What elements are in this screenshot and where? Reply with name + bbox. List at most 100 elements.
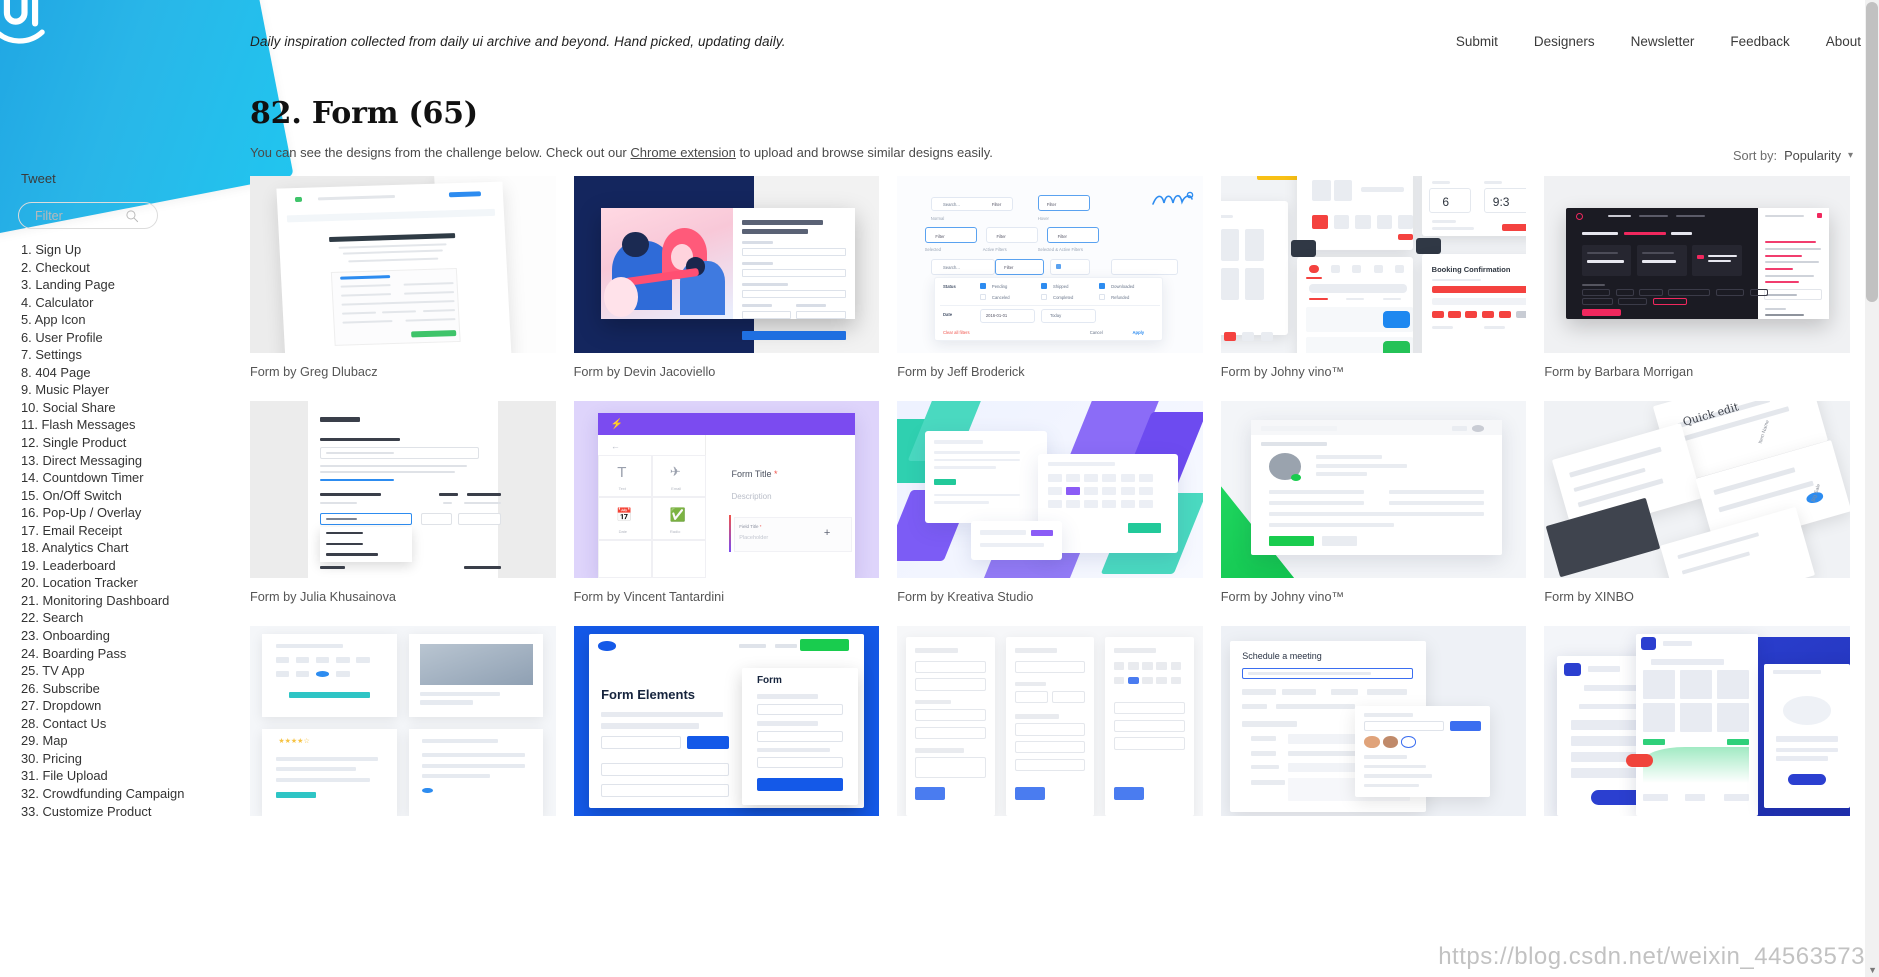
sidebar-item-25[interactable]: 25. TV App: [21, 662, 247, 680]
sidebar-item-23[interactable]: 23. Onboarding: [21, 627, 247, 645]
design-card[interactable]: Search... Filter Normal Filter Hover Fil…: [897, 176, 1203, 401]
card-caption[interactable]: Form by Julia Khusainova: [250, 590, 556, 604]
sort-label: Sort by:: [1732, 148, 1778, 163]
sidebar-item-18[interactable]: 18. Analytics Chart: [21, 539, 247, 557]
sidebar-item-19[interactable]: 19. Leaderboard: [21, 557, 247, 575]
page-root: Daily inspiration collected from daily u…: [0, 0, 1879, 977]
sidebar-item-14[interactable]: 14. Countdown Timer: [21, 469, 247, 487]
card-caption[interactable]: Form by Greg Dlubacz: [250, 365, 556, 379]
thumbnail-dark-brief-form[interactable]: [1544, 176, 1850, 353]
card-caption[interactable]: Form by Jeff Broderick: [897, 365, 1203, 379]
sidebar-item-30[interactable]: 30. Pricing: [21, 750, 247, 768]
sidebar-item-32[interactable]: 32. Crowdfunding Campaign: [21, 785, 247, 803]
sidebar-item-24[interactable]: 24. Boarding Pass: [21, 645, 247, 663]
nav-link-feedback[interactable]: Feedback: [1730, 34, 1789, 49]
nav-link-designers[interactable]: Designers: [1534, 34, 1595, 49]
design-card[interactable]: Form by Devin Jacoviello: [573, 176, 880, 401]
sidebar-item-16[interactable]: 16. Pop-Up / Overlay: [21, 504, 247, 522]
sidebar-item-20[interactable]: 20. Location Tracker: [21, 574, 247, 592]
card-caption[interactable]: Form by XINBO: [1544, 590, 1850, 604]
sidebar-item-26[interactable]: 26. Subscribe: [21, 680, 247, 698]
subtitle-text-before: You can see the designs from the challen…: [250, 145, 631, 160]
sidebar-item-21[interactable]: 21. Monitoring Dashboard: [21, 592, 247, 610]
design-card[interactable]: Schedule a meeting: [1220, 626, 1527, 838]
thumbnail-definitive-guide-marketing[interactable]: [573, 176, 880, 353]
sidebar-item-33[interactable]: 33. Customize Product: [21, 803, 247, 821]
card-caption[interactable]: Form by Johny vino™: [1221, 365, 1527, 379]
thumbnail-calendar-application[interactable]: ★★★★☆: [250, 626, 556, 816]
sidebar-item-1[interactable]: 1. Sign Up: [21, 241, 247, 259]
sort-control: Sort by: Popularity ▾: [1733, 148, 1853, 163]
sidebar-item-9[interactable]: 9. Music Player: [21, 381, 247, 399]
chrome-extension-link[interactable]: Chrome extension: [630, 145, 736, 160]
sidebar-item-27[interactable]: 27. Dropdown: [21, 697, 247, 715]
subtitle-text-after: to upload and browse similar designs eas…: [735, 145, 993, 160]
sidebar-item-11[interactable]: 11. Flash Messages: [21, 416, 247, 434]
card-caption[interactable]: Form by Vincent Tantardini: [574, 590, 880, 604]
scrollbar-thumb[interactable]: [1866, 2, 1878, 302]
sidebar-item-17[interactable]: 17. Email Receipt: [21, 522, 247, 540]
main-header: 82. Form (65) You can see the designs fr…: [250, 96, 1865, 163]
sidebar-item-29[interactable]: 29. Map: [21, 732, 247, 750]
watermark-text: https://blog.csdn.net/weixin_44563573: [1438, 943, 1865, 970]
card-caption[interactable]: Form by Devin Jacoviello: [574, 365, 880, 379]
sort-dropdown[interactable]: Popularity ▾: [1784, 148, 1853, 163]
tweet-link[interactable]: Tweet: [21, 171, 56, 186]
design-card[interactable]: 6 9:3 Booking Confirmation Form by Johny…: [1220, 176, 1527, 401]
design-card[interactable]: Form by Julia Khusainova: [250, 401, 556, 626]
nav-link-newsletter[interactable]: Newsletter: [1631, 34, 1695, 49]
thumbnail-form-builder-purple[interactable]: ⚡ ← T Text ✈ Email 📅 Date ✅ Radio Form T…: [573, 401, 880, 578]
sidebar-item-6[interactable]: 6. User Profile: [21, 329, 247, 347]
nav-link-submit[interactable]: Submit: [1456, 34, 1498, 49]
thumbnail-dealer-information-sheet[interactable]: [250, 176, 556, 353]
search-input[interactable]: [19, 203, 123, 228]
sidebar-item-3[interactable]: 3. Landing Page: [21, 276, 247, 294]
sidebar-item-7[interactable]: 7. Settings: [21, 346, 247, 364]
design-card[interactable]: [1544, 626, 1850, 838]
filter-search-box[interactable]: [18, 202, 158, 229]
thumbnail-booking-confirmation[interactable]: 6 9:3 Booking Confirmation: [1220, 176, 1527, 353]
design-grid: Form by Greg Dlubacz Form by Devin Jacov…: [250, 176, 1850, 838]
design-card[interactable]: ★★★★☆: [250, 626, 556, 838]
page-subtitle: You can see the designs from the challen…: [250, 145, 1865, 160]
design-card[interactable]: Quick edit Item Name Big Sale Form by XI…: [1544, 401, 1850, 626]
nav-link-about[interactable]: About: [1826, 34, 1861, 49]
sidebar-item-2[interactable]: 2. Checkout: [21, 259, 247, 277]
sidebar-item-31[interactable]: 31. File Upload: [21, 767, 247, 785]
scroll-down-arrow-icon[interactable]: ▼: [1868, 965, 1877, 975]
thumbnail-quick-edit-isometric[interactable]: Quick edit Item Name Big Sale: [1544, 401, 1850, 578]
sidebar-item-22[interactable]: 22. Search: [21, 609, 247, 627]
ui-logo-icon: [0, 0, 61, 52]
card-caption[interactable]: Form by Barbara Morrigan: [1544, 365, 1850, 379]
page-scrollbar[interactable]: ▼: [1865, 0, 1879, 977]
design-card[interactable]: Form by Greg Dlubacz: [250, 176, 556, 401]
challenge-list: 1. Sign Up 2. Checkout 3. Landing Page 4…: [21, 241, 247, 820]
sidebar-item-13[interactable]: 13. Direct Messaging: [21, 452, 247, 470]
thumbnail-shyp-shipping-form[interactable]: [250, 401, 556, 578]
thumbnail-schedule-a-meeting[interactable]: Schedule a meeting: [1220, 626, 1527, 816]
thumbnail-wealth-app-blue[interactable]: [1544, 626, 1850, 816]
design-card[interactable]: [897, 626, 1203, 838]
sidebar-item-10[interactable]: 10. Social Share: [21, 399, 247, 417]
thumbnail-geometric-dashboard[interactable]: [897, 401, 1203, 578]
card-caption[interactable]: Form by Johny vino™: [1221, 590, 1527, 604]
sidebar-item-4[interactable]: 4. Calculator: [21, 294, 247, 312]
thumbnail-three-column-forms[interactable]: [897, 626, 1203, 816]
sidebar-item-15[interactable]: 15. On/Off Switch: [21, 487, 247, 505]
card-caption[interactable]: Form by Kreativa Studio: [897, 590, 1203, 604]
design-card[interactable]: Form Elements Form: [573, 626, 880, 838]
sidebar-item-5[interactable]: 5. App Icon: [21, 311, 247, 329]
sidebar-item-8[interactable]: 8. 404 Page: [21, 364, 247, 382]
thumbnail-filter-components[interactable]: Search... Filter Normal Filter Hover Fil…: [897, 176, 1203, 353]
thumbnail-edit-profile-green[interactable]: [1220, 401, 1527, 578]
design-card[interactable]: Form by Barbara Morrigan: [1544, 176, 1850, 401]
sidebar-item-12[interactable]: 12. Single Product: [21, 434, 247, 452]
design-card[interactable]: Form by Johny vino™: [1220, 401, 1527, 626]
thumbnail-form-elements-blue[interactable]: Form Elements Form: [573, 626, 880, 816]
design-card[interactable]: Form by Kreativa Studio: [897, 401, 1203, 626]
page-title: 82. Form (65): [250, 96, 478, 131]
top-navigation: Submit Designers Newsletter Feedback Abo…: [1456, 34, 1861, 49]
sidebar-item-28[interactable]: 28. Contact Us: [21, 715, 247, 733]
decorative-scribble-icon: [1151, 191, 1194, 205]
design-card[interactable]: ⚡ ← T Text ✈ Email 📅 Date ✅ Radio Form T…: [573, 401, 880, 626]
